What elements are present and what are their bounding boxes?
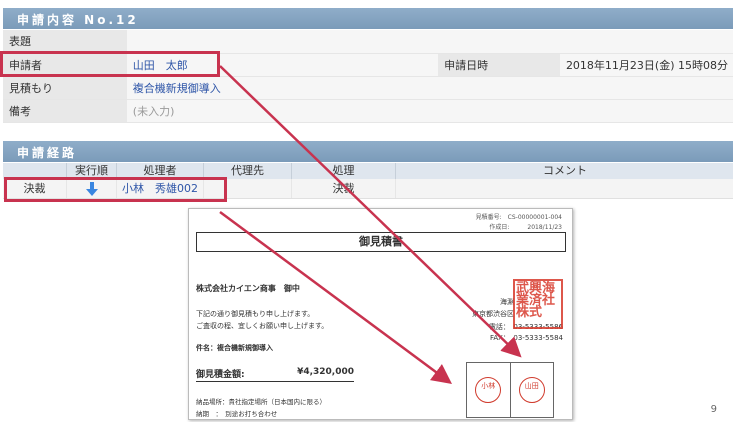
arrow-processor-to-stamp — [219, 210, 453, 384]
annotation-arrows — [219, 65, 522, 384]
arrow-applicant-to-stamp — [219, 65, 522, 358]
page-number: 9 — [710, 404, 717, 415]
